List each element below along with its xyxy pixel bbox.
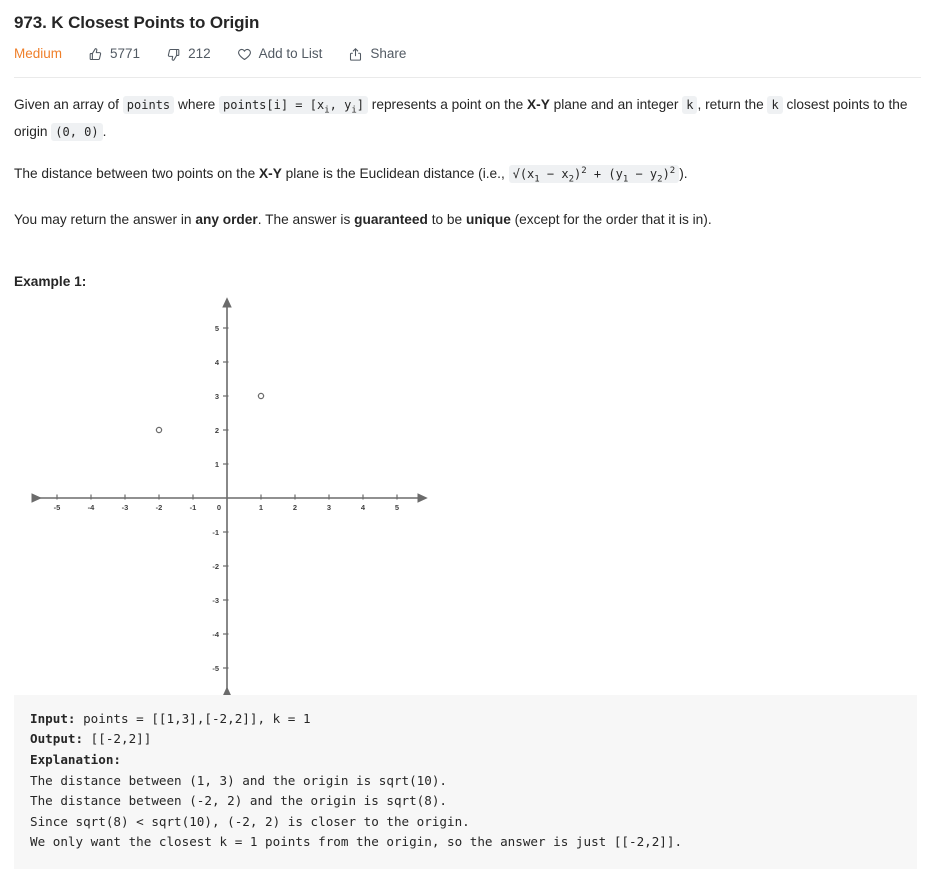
desc-text: Given an array of xyxy=(14,97,123,112)
desc-text: You may return the answer in xyxy=(14,211,196,227)
explanation-line: The distance between (1, 3) and the orig… xyxy=(30,772,448,788)
code-frag: points[i] = [x xyxy=(223,98,325,112)
axis-tick-label: -3 xyxy=(122,503,129,512)
desc-text: , return the xyxy=(697,97,768,112)
problem-page: 973. K Closest Points to Origin Medium 5… xyxy=(0,0,935,869)
desc-text: where xyxy=(174,97,220,112)
code-frag: ] xyxy=(356,98,364,112)
desc-bold-unique: unique xyxy=(465,211,511,227)
code-points: points xyxy=(122,96,175,114)
code-frag: − x xyxy=(539,167,569,182)
desc-text: represents a point on the xyxy=(367,97,527,112)
data-point-marker xyxy=(257,392,265,400)
axis-tick-label: 4 xyxy=(215,358,220,367)
axis-tick-label: -1 xyxy=(190,503,197,512)
problem-meta-row: Medium 5771 212 Add to List Share xyxy=(14,43,921,65)
add-to-list-button[interactable]: Add to List xyxy=(237,43,323,65)
code-euclidean-formula: √(x1 − x2)2 + (y1 − y2)2 xyxy=(508,165,680,185)
desc-bold-xy: X-Y xyxy=(527,97,550,112)
code-frag: , y xyxy=(329,98,352,112)
difficulty-badge: Medium xyxy=(14,46,63,61)
desc-text: plane is the Euclidean distance (i.e., xyxy=(281,166,509,182)
heart-icon xyxy=(237,47,252,62)
input-value: points = [[1,3],[-2,2]], k = 1 xyxy=(75,710,311,726)
axis-tick-label: -3 xyxy=(212,596,219,605)
dislike-button[interactable]: 212 xyxy=(166,43,211,65)
axis-tick-label: 2 xyxy=(293,503,297,512)
data-point-marker xyxy=(155,426,163,434)
desc-text: . The answer is xyxy=(257,211,355,227)
code-k: k xyxy=(682,96,698,114)
page-title: 973. K Closest Points to Origin xyxy=(14,13,260,32)
explanation-line: We only want the closest k = 1 points fr… xyxy=(30,834,683,850)
output-value: [[-2,2]] xyxy=(83,731,152,747)
explanation-label: Explanation: xyxy=(30,751,121,767)
axis-tick-label: 5 xyxy=(395,503,399,512)
axis-tick-label: 3 xyxy=(327,503,331,512)
share-button[interactable]: Share xyxy=(348,43,406,65)
axis-tick-label: 4 xyxy=(361,503,366,512)
code-k: k xyxy=(767,96,783,114)
add-to-list-label: Add to List xyxy=(258,46,323,61)
like-count: 5771 xyxy=(110,46,141,61)
example-1-figure: -5 -4 -3 -2 -1 0 1 2 3 4 5 5 4 3 2 1 -1 -2 -3 -4 -5 xyxy=(14,295,921,695)
thumbs-up-icon xyxy=(88,47,103,62)
desc-bold-any-order: any order xyxy=(195,211,258,227)
like-button[interactable]: 5771 xyxy=(88,43,140,65)
explanation-line: The distance between (-2, 2) and the ori… xyxy=(30,793,448,809)
share-label: Share xyxy=(370,46,407,61)
axis-tick-label: 5 xyxy=(215,324,219,333)
code-origin: (0, 0) xyxy=(51,123,103,142)
input-label: Input: xyxy=(30,710,76,726)
header-divider xyxy=(14,77,921,78)
thumbs-down-icon xyxy=(166,47,181,62)
desc-text: The distance between two points on the xyxy=(14,166,260,182)
code-frag: + (y xyxy=(586,167,623,182)
code-frag: √(x xyxy=(512,167,535,182)
axis-tick-label: -5 xyxy=(212,664,219,673)
axis-tick-label: -2 xyxy=(156,503,163,512)
coordinate-plane-chart: -5 -4 -3 -2 -1 0 1 2 3 4 5 5 4 3 2 1 -1 -2 -3 -4 -5 xyxy=(31,297,428,695)
example-1-label: Example 1: xyxy=(14,273,87,289)
axis-tick-label: 1 xyxy=(215,460,219,469)
desc-text: . xyxy=(102,124,107,140)
desc-bold-guaranteed: guaranteed xyxy=(354,211,428,227)
axis-tick-label: -1 xyxy=(212,528,219,537)
axis-tick-label: 1 xyxy=(259,503,263,512)
code-points-i: points[i] = [xi, yi] xyxy=(219,96,368,115)
desc-text: (except for the order that it is in). xyxy=(510,211,712,227)
code-frag: − y xyxy=(628,167,658,182)
description-paragraph-1: Given an array of points where points[i]… xyxy=(14,94,921,143)
desc-text: to be xyxy=(427,211,466,227)
axis-tick-label: 3 xyxy=(215,392,219,401)
dislike-count: 212 xyxy=(188,46,211,61)
axis-tick-label: 2 xyxy=(215,426,219,435)
axis-tick-label: -4 xyxy=(212,630,219,639)
axis-tick-label: -5 xyxy=(54,503,61,512)
description-paragraph-3: You may return the answer in any order. … xyxy=(14,209,921,230)
code-frag: ) xyxy=(662,167,670,182)
code-sup: 2 xyxy=(669,166,676,177)
axis-tick-label: 0 xyxy=(217,503,221,512)
example-1-code-block: Input: points = [[1,3],[-2,2]], k = 1 Ou… xyxy=(14,694,917,869)
axis-tick-label: -2 xyxy=(212,562,219,571)
explanation-line: Since sqrt(8) < sqrt(10), (-2, 2) is clo… xyxy=(30,813,470,829)
desc-text: plane and an integer xyxy=(549,97,683,112)
output-label: Output: xyxy=(30,731,84,747)
share-icon xyxy=(348,47,363,62)
desc-bold-xy: X-Y xyxy=(259,166,282,182)
description-paragraph-2: The distance between two points on the X… xyxy=(14,161,921,190)
desc-text: ). xyxy=(679,166,688,182)
axis-tick-label: -4 xyxy=(88,503,95,512)
